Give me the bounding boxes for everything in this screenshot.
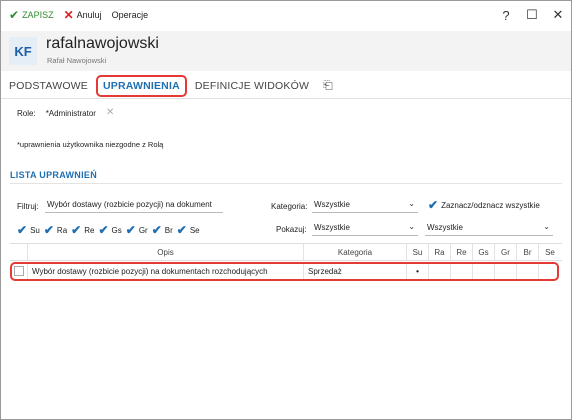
show-label: Pokazuj: (276, 225, 307, 234)
checkmark-icon: ✔ (98, 223, 109, 237)
row-highlight (10, 262, 559, 281)
grid-header: Opis Kategoria Su Ra Re Gs Gr Br Se (10, 243, 562, 261)
toggle-su[interactable]: ✔ Su (17, 223, 40, 237)
save-button[interactable]: ✔ ZAPISZ (9, 8, 54, 22)
select-all-checkbox[interactable]: ✔ Zaznacz/odznacz wszystkie (428, 198, 540, 212)
toggle-gr[interactable]: ✔ Gr (126, 223, 148, 237)
header-gr[interactable]: Gr (495, 244, 517, 260)
user-header: KF rafalnawojowski Rafał Nawojowski (1, 31, 571, 71)
permissions-note: *uprawnienia użytkownika niezgodne z Rol… (17, 140, 164, 149)
checkmark-icon: ✔ (43, 223, 54, 237)
user-full-name: Rafał Nawojowski (47, 56, 107, 65)
checkmark-icon: ✔ (125, 223, 136, 237)
header-ra[interactable]: Ra (429, 244, 451, 260)
header-se[interactable]: Se (539, 244, 561, 260)
header-re[interactable]: Re (451, 244, 473, 260)
toggle-re[interactable]: ✔ Re (71, 223, 94, 237)
tab-definicje-widokow[interactable]: DEFINICJE WIDOKÓW (195, 80, 309, 92)
show-select[interactable]: Wszystkie ⌄ (312, 220, 418, 236)
roles-label: Role: (17, 109, 36, 118)
header-select (10, 244, 28, 260)
header-gs[interactable]: Gs (473, 244, 495, 260)
chevron-down-icon: ⌄ (408, 199, 415, 208)
window-controls: ? ☐ ✕ (493, 1, 571, 29)
chevron-down-icon: ⌄ (543, 222, 550, 231)
checkmark-icon: ✔ (17, 223, 28, 237)
checkmark-icon: ✔ (71, 223, 82, 237)
close-button[interactable]: ✕ (545, 7, 571, 23)
header-opis[interactable]: Opis (28, 244, 304, 260)
toggle-se[interactable]: ✔ Se (177, 223, 200, 237)
tab-uprawnienia[interactable]: UPRAWNIENIA (96, 74, 187, 97)
show-select-secondary[interactable]: Wszystkie ⌄ (425, 220, 553, 236)
tab-bar: PODSTAWOWE UPRAWNIENIA DEFINICJE WIDOKÓW… (1, 73, 571, 99)
toggle-gs[interactable]: ✔ Gs (98, 223, 121, 237)
header-su[interactable]: Su (407, 244, 429, 260)
header-kategoria[interactable]: Kategoria (304, 244, 407, 260)
category-label: Kategoria: (271, 202, 308, 211)
roles-row: Role: *Administrator ✕ (17, 108, 114, 119)
filter-label: Filtruj: (17, 202, 39, 211)
checkmark-icon: ✔ (151, 223, 162, 237)
chevron-down-icon: ⌄ (408, 222, 415, 231)
toolbar: ✔ ZAPISZ ✕ Anuluj Operacje ? ☐ ✕ (1, 1, 571, 29)
user-login: rafalnawojowski (46, 35, 159, 52)
header-br[interactable]: Br (517, 244, 539, 260)
permissions-window: ✔ ZAPISZ ✕ Anuluj Operacje ? ☐ ✕ KF rafa… (0, 0, 572, 420)
maximize-button[interactable]: ☐ (519, 7, 545, 23)
avatar: KF (9, 37, 37, 65)
toggle-br[interactable]: ✔ Br (152, 223, 173, 237)
filter-input[interactable]: Wybór dostawy (rozbicie pozycji) na doku… (45, 197, 223, 213)
clear-role-icon[interactable]: ✕ (106, 108, 114, 118)
checkmark-icon: ✔ (9, 8, 20, 22)
close-x-icon: ✕ (63, 8, 74, 22)
checkmark-icon: ✔ (176, 223, 187, 237)
history-icon[interactable]: ⎗ (323, 78, 333, 93)
operations-menu-button[interactable]: Operacje (112, 10, 149, 20)
tab-podstawowe[interactable]: PODSTAWOWE (9, 80, 88, 92)
toggle-ra[interactable]: ✔ Ra (44, 223, 67, 237)
divider (10, 183, 562, 184)
checkmark-icon: ✔ (428, 198, 439, 212)
section-title: LISTA UPRAWNIEŃ (10, 170, 97, 180)
cancel-button[interactable]: ✕ Anuluj (64, 8, 102, 22)
roles-value[interactable]: *Administrator (46, 109, 96, 118)
column-toggles: ✔ Su ✔ Ra ✔ Re ✔ Gs ✔ Gr ✔ Br ✔ Se (17, 222, 204, 238)
help-button[interactable]: ? (493, 8, 519, 23)
category-select[interactable]: Wszystkie ⌄ (312, 197, 418, 213)
